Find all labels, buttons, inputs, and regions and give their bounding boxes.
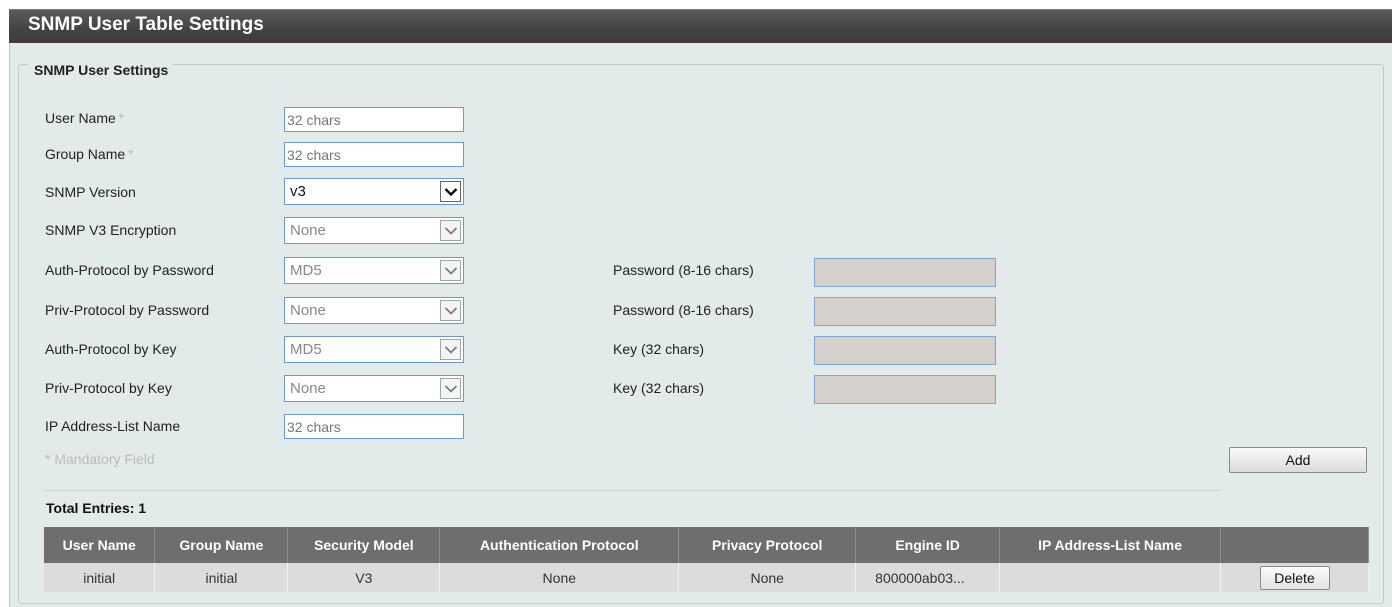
column-header: Engine ID <box>855 527 1001 563</box>
chevron-down-icon[interactable] <box>440 378 461 399</box>
mandatory-star: * <box>128 146 134 162</box>
auth-key-input <box>814 336 996 365</box>
column-header: Group Name <box>154 527 289 563</box>
priv-protocol-password-value: None <box>290 302 326 319</box>
cell-group-name: initial <box>154 563 289 592</box>
section-legend: SNMP User Settings <box>28 62 174 78</box>
snmp-version-value: v3 <box>290 183 306 200</box>
chevron-down-icon[interactable] <box>440 181 461 202</box>
column-header <box>1220 527 1369 563</box>
auth-protocol-key-value: MD5 <box>290 341 322 358</box>
auth-protocol-key-label: Auth-Protocol by Key <box>45 341 177 357</box>
title-bar: SNMP User Table Settings <box>9 9 1392 43</box>
ip-address-list-label: IP Address-List Name <box>45 418 181 434</box>
auth-protocol-password-label: Auth-Protocol by Password <box>45 262 214 278</box>
priv-password-input <box>814 297 996 326</box>
column-header: IP Address-List Name <box>999 527 1222 563</box>
ip-address-list-input[interactable] <box>284 414 464 439</box>
cell-engine-id: 800000ab03... <box>855 563 1001 592</box>
column-header: Authentication Protocol <box>439 527 680 563</box>
priv-protocol-password-label: Priv-Protocol by Password <box>45 302 210 318</box>
cell-user-name: initial <box>44 563 156 592</box>
page-title: SNMP User Table Settings <box>28 14 264 35</box>
auth-protocol-password-value: MD5 <box>290 262 322 279</box>
priv-password-label: Password (8-16 chars) <box>613 302 754 318</box>
snmp-version-select[interactable]: v3 <box>284 178 464 205</box>
column-header: User Name <box>44 527 156 563</box>
priv-key-input <box>814 375 996 404</box>
priv-protocol-key-select[interactable]: None <box>284 375 464 402</box>
cell-ip-address-list <box>999 563 1222 592</box>
add-button[interactable]: Add <box>1229 447 1367 473</box>
table-header-row: User Name Group Name Security Model Auth… <box>44 527 1369 563</box>
snmp-user-settings-group <box>18 64 1384 604</box>
v3-encryption-select[interactable]: None <box>284 217 464 244</box>
cell-actions: Delete <box>1220 563 1369 592</box>
divider <box>44 490 1221 491</box>
user-name-input[interactable] <box>284 107 464 132</box>
auth-password-input <box>814 258 996 287</box>
v3-encryption-label: SNMP V3 Encryption <box>45 222 177 238</box>
cell-auth-protocol: None <box>439 563 680 592</box>
delete-button[interactable]: Delete <box>1259 565 1330 590</box>
group-name-label: Group Name * <box>45 146 134 162</box>
priv-key-label: Key (32 chars) <box>613 380 705 396</box>
priv-protocol-password-select[interactable]: None <box>284 297 464 324</box>
v3-encryption-value: None <box>290 222 326 239</box>
mandatory-star: * <box>118 110 125 126</box>
auth-password-label: Password (8-16 chars) <box>613 262 754 278</box>
table-row: initial initial V3 None None 800000ab03.… <box>44 563 1369 592</box>
cell-privacy-protocol: None <box>678 563 857 592</box>
priv-protocol-key-value: None <box>290 380 326 397</box>
cell-security-model: V3 <box>287 563 441 592</box>
chevron-down-icon[interactable] <box>440 220 461 241</box>
snmp-version-label: SNMP Version <box>45 184 136 200</box>
chevron-down-icon[interactable] <box>440 300 461 321</box>
auth-protocol-password-select[interactable]: MD5 <box>284 257 464 284</box>
group-name-input[interactable] <box>284 142 464 167</box>
user-name-label: User Name * <box>45 110 125 126</box>
snmp-user-table: User Name Group Name Security Model Auth… <box>44 527 1369 592</box>
auth-key-label: Key (32 chars) <box>613 341 705 357</box>
chevron-down-icon[interactable] <box>440 339 461 360</box>
auth-protocol-key-select[interactable]: MD5 <box>284 336 464 363</box>
chevron-down-icon[interactable] <box>440 260 461 281</box>
priv-protocol-key-label: Priv-Protocol by Key <box>45 380 172 396</box>
mandatory-note: * Mandatory Field <box>45 451 155 467</box>
total-entries: Total Entries: 1 <box>46 500 147 516</box>
column-header: Security Model <box>287 527 441 563</box>
column-header: Privacy Protocol <box>678 527 857 563</box>
